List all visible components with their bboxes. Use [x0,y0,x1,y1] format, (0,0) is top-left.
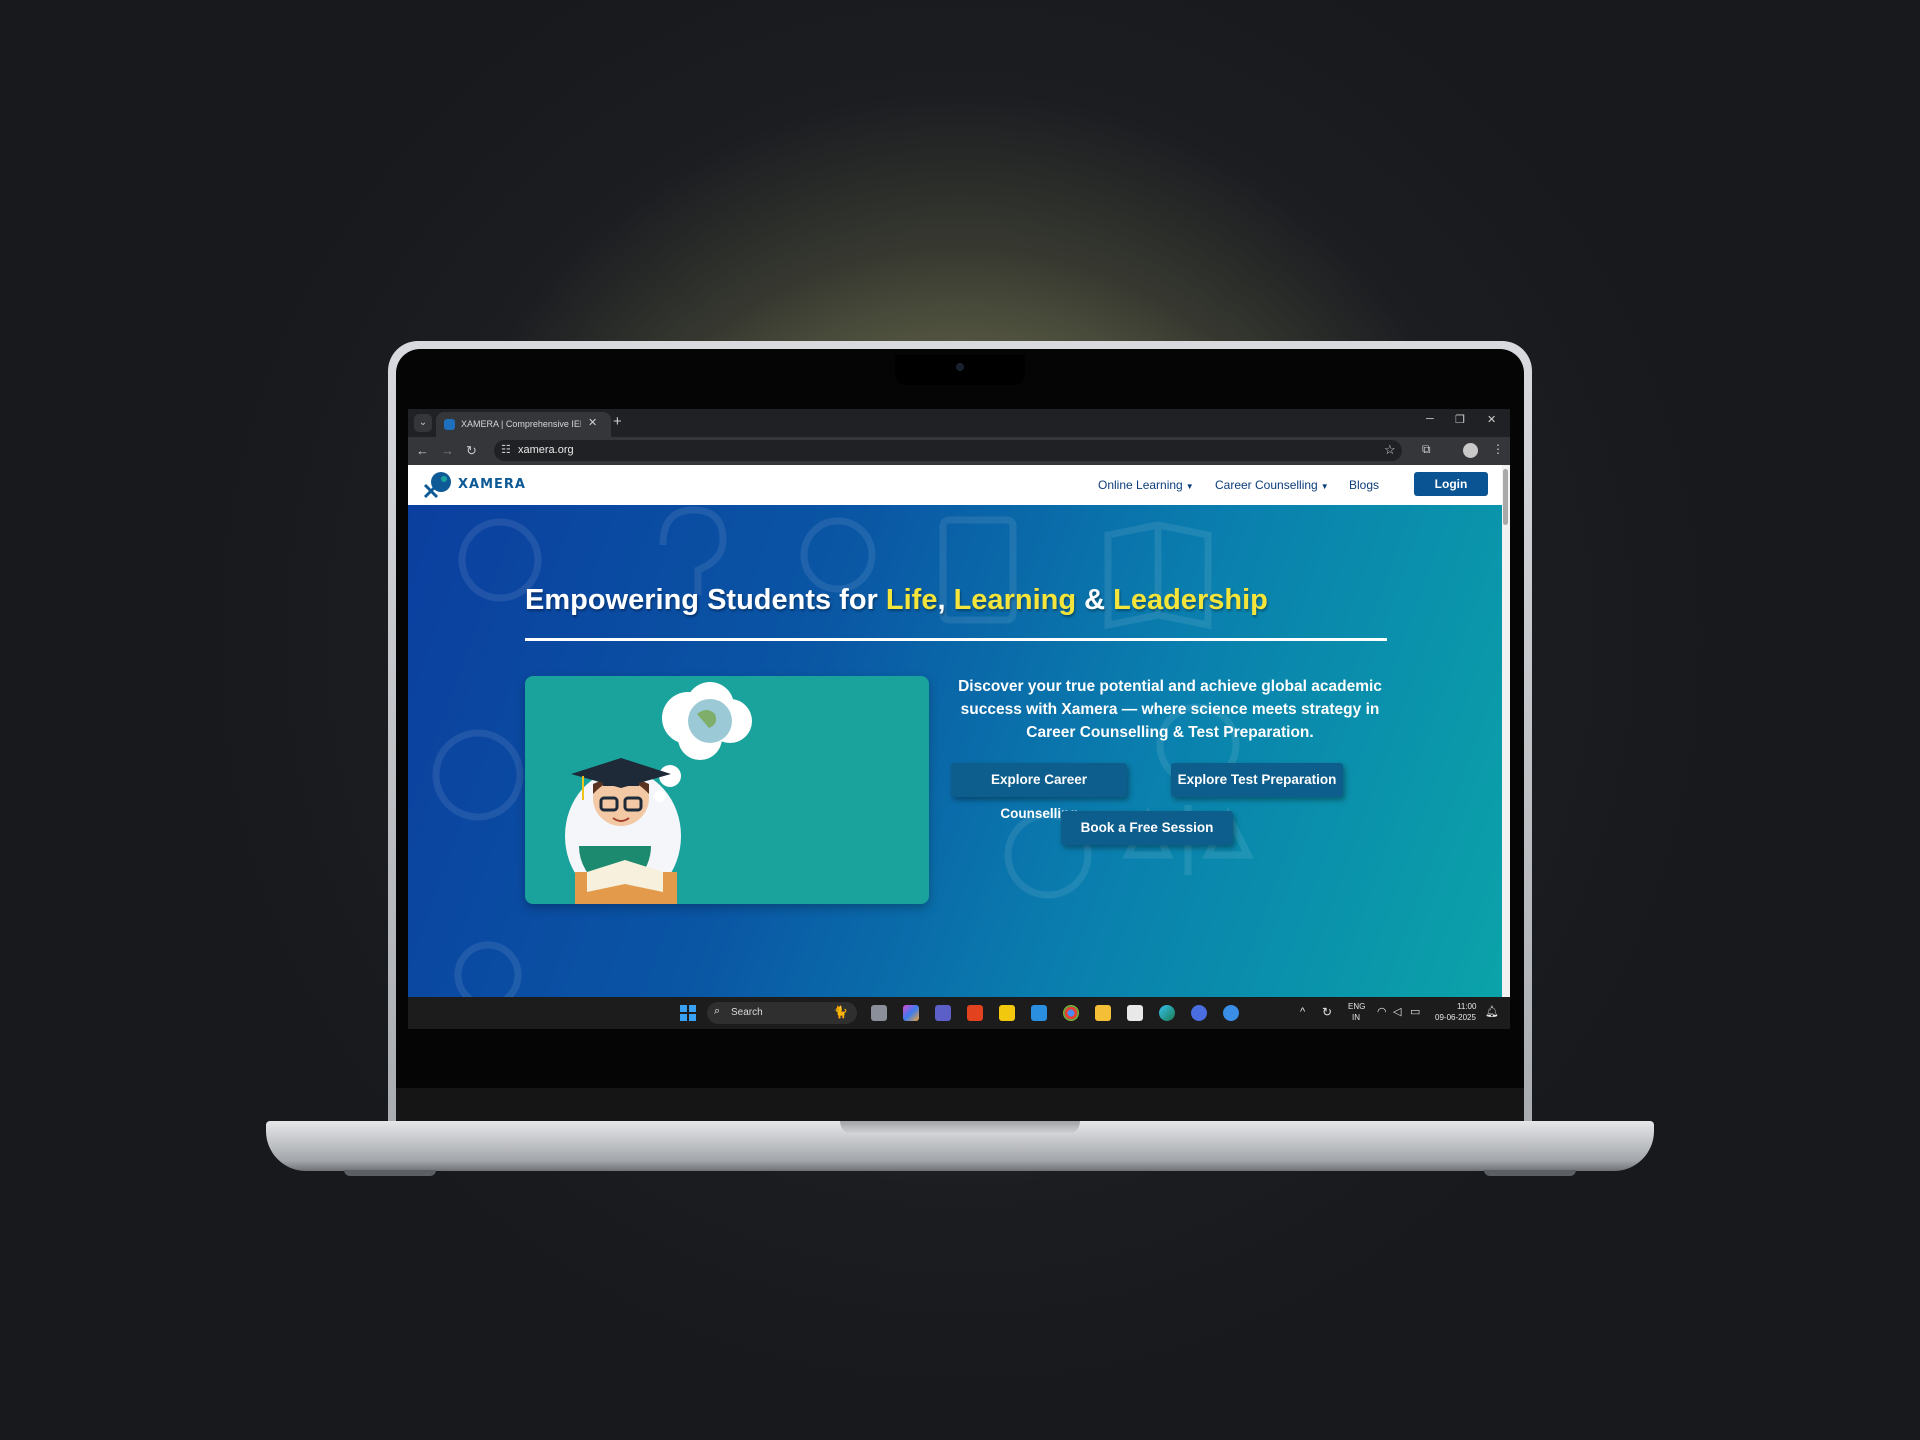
laptop-chin [396,1088,1524,1123]
restore-icon[interactable]: ❐ [1455,413,1465,426]
hero-intro-text: Discover your true potential and achieve… [958,678,1382,741]
windows-start-icon[interactable] [680,1005,696,1021]
volume-icon[interactable]: ◁ [1393,1005,1401,1018]
explore-test-preparation-button[interactable]: Explore Test Preparation [1171,763,1343,797]
laptop-foot [344,1170,436,1176]
scrollbar-thumb[interactable] [1503,469,1508,525]
headline-separator: & [1076,584,1114,616]
favicon-icon [444,419,455,430]
wifi-icon[interactable]: ◠ [1377,1005,1387,1018]
app-icon[interactable] [1223,1005,1239,1021]
minimize-icon[interactable]: ─ [1426,413,1434,425]
url-text[interactable]: xamera.org [518,444,574,456]
laptop-groove [840,1121,1080,1135]
browser-tab-strip: ⌄ XAMERA | Comprehensive IELTS ✕ + ─ ❐ ✕ [408,409,1510,437]
edge-icon[interactable] [1159,1005,1175,1021]
show-hidden-icon[interactable]: ^ [1300,1006,1305,1018]
tab-search-icon[interactable]: ⌄ [414,414,432,432]
screen: ⌄ XAMERA | Comprehensive IELTS ✕ + ─ ❐ ✕… [408,409,1510,1029]
sticky-notes-icon[interactable] [999,1005,1015,1021]
back-icon[interactable]: ← [416,443,429,458]
nav-career-counselling[interactable]: Career Counselling ▼ [1215,478,1329,492]
close-window-icon[interactable]: ✕ [1487,413,1496,426]
clock-time[interactable]: 11:00 [1457,1002,1476,1011]
menu-icon[interactable]: ⋮ [1492,442,1504,456]
forward-icon[interactable]: → [441,443,454,458]
headline-underline [525,638,1387,641]
hero-section: Empowering Students for Life, Learning &… [408,505,1502,997]
address-bar[interactable]: ☷ xamera.org ☆ [494,440,1402,461]
page-scrollbar[interactable] [1502,465,1510,997]
site-header: XAMERA Online Learning ▼ Career Counselli… [408,465,1502,505]
copilot-icon[interactable] [903,1005,919,1021]
teams-icon[interactable] [935,1005,951,1021]
clock-date[interactable]: 09-06-2025 [1435,1013,1476,1022]
logo-text[interactable]: XAMERA [458,477,526,492]
headline-life: Life [885,584,938,616]
notification-bell-icon[interactable]: 🔔︎ [1485,1005,1499,1018]
caret-down-icon: ▼ [1185,482,1194,491]
nav-blogs[interactable]: Blogs [1349,478,1379,492]
nav-online-learning-label: Online Learning [1098,478,1183,492]
student-illustration [525,676,929,904]
explore-career-counselling-button[interactable]: Explore Career Counselling [951,763,1127,821]
nav-online-learning[interactable]: Online Learning ▼ [1098,478,1194,492]
taskbar-search-placeholder: Search [731,1007,763,1018]
taskbar-search[interactable]: ⌕ Search 🐈 [707,1002,857,1024]
search-icon: ⌕ [714,1005,721,1017]
taskbar: ⌕ Search 🐈 ^ ↻ ENG IN ◠ ◁ ▭ 11:00 09-06-… [408,997,1510,1029]
search-highlight-icon: 🐈 [833,1005,848,1019]
sync-icon[interactable]: ↻ [1322,1005,1332,1019]
tab-title: XAMERA | Comprehensive IELTS [461,419,581,429]
logo-icon[interactable] [422,471,452,499]
task-view-icon[interactable] [871,1005,887,1021]
app-icon[interactable] [1191,1005,1207,1021]
student-studying-image [565,682,752,904]
hero-headline: Empowering Students for Life, Learning &… [525,584,1268,617]
headline-separator: , [937,584,954,616]
file-explorer-icon[interactable] [1095,1005,1111,1021]
headline-leadership: Leadership [1113,584,1268,616]
camera-icon [956,363,964,371]
laptop-foot [1484,1170,1576,1176]
browser-tab[interactable]: XAMERA | Comprehensive IELTS ✕ [436,412,611,437]
login-button[interactable]: Login [1414,472,1488,496]
close-icon[interactable]: ✕ [588,416,597,429]
site-info-icon[interactable]: ☷ [501,443,511,456]
web-page: XAMERA Online Learning ▼ Career Counselli… [408,465,1502,997]
headline-prefix: Empowering Students for [525,584,886,616]
extensions-icon[interactable]: ⧉ [1422,442,1431,457]
headline-learning: Learning [953,584,1077,616]
caret-down-icon: ▼ [1320,482,1329,491]
reload-icon[interactable]: ↻ [466,443,477,459]
browser-toolbar: ← → ↻ ☷ xamera.org ☆ ⧉ ⋮ [408,437,1510,465]
bookmark-star-icon[interactable]: ☆ [1384,442,1396,458]
nav-career-counselling-label: Career Counselling [1215,478,1318,492]
new-tab-icon[interactable]: + [613,413,622,430]
profile-icon[interactable] [1463,443,1478,458]
vscode-icon[interactable] [1031,1005,1047,1021]
language-bottom[interactable]: IN [1352,1013,1360,1022]
brave-icon[interactable] [967,1005,983,1021]
chrome-icon[interactable] [1063,1005,1079,1021]
store-icon[interactable] [1127,1005,1143,1021]
language-top[interactable]: ENG [1348,1002,1365,1011]
battery-icon[interactable]: ▭ [1410,1005,1420,1018]
book-free-session-button[interactable]: Book a Free Session [1061,811,1233,845]
